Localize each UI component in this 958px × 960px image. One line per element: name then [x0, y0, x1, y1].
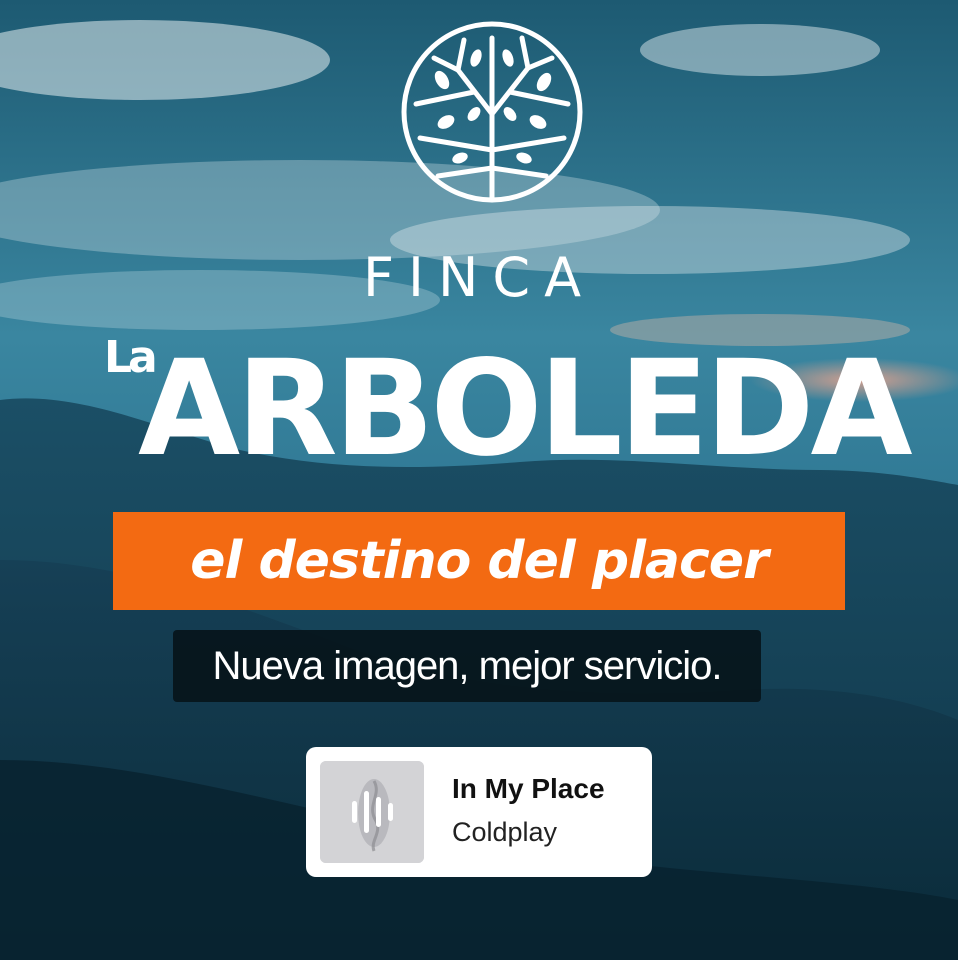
tree-in-circle-icon — [401, 21, 583, 203]
music-sticker[interactable]: In My Place Coldplay — [306, 747, 652, 877]
tagline-text: el destino del placer — [190, 531, 768, 591]
audio-wave-icon — [320, 761, 424, 863]
tagline-banner: el destino del placer — [113, 512, 845, 610]
song-artist: Coldplay — [452, 817, 558, 847]
song-title: In My Place — [452, 773, 605, 804]
subtitle-caption: Nueva imagen, mejor servicio. — [173, 630, 761, 702]
brand-finca: FINCA — [362, 246, 596, 309]
subtitle-text: Nueva imagen, mejor servicio. — [212, 643, 723, 688]
album-art — [320, 761, 424, 863]
brand-name: ARBOLEDA — [138, 332, 913, 486]
